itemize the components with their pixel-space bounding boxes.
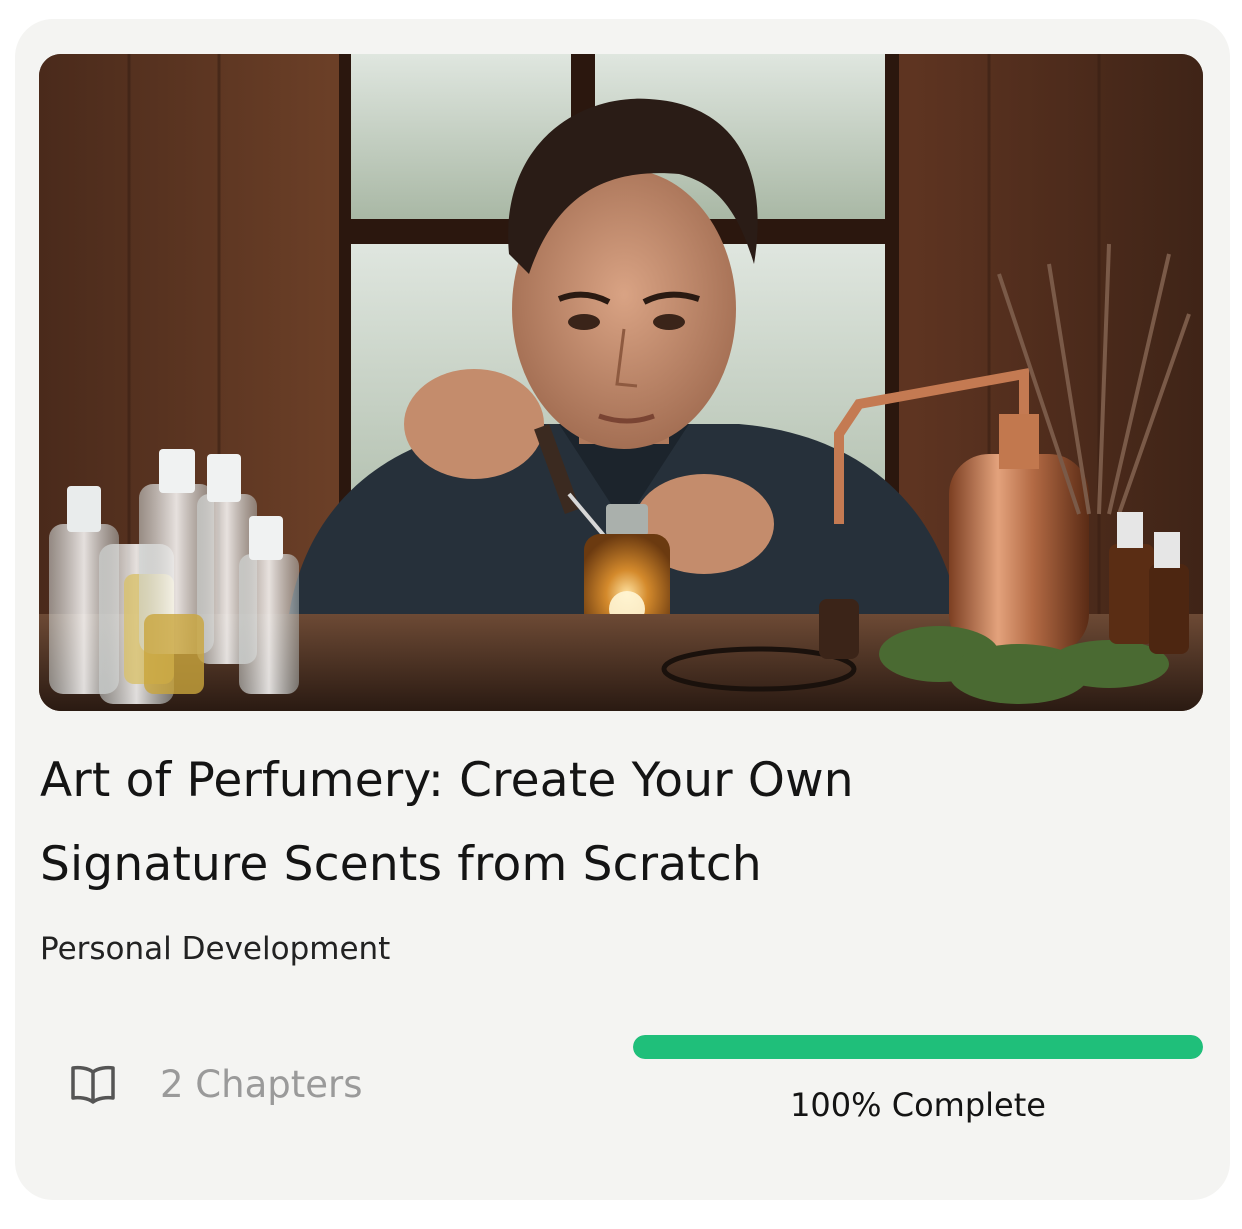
chapters-count: 2 Chapters xyxy=(160,1062,363,1106)
progress-label: 100% Complete xyxy=(790,1086,1046,1124)
course-title-line-1: Art of Perfumery: Create Your Own xyxy=(40,753,854,808)
progress-bar xyxy=(633,1035,1203,1059)
progress-bar-fill xyxy=(633,1035,1203,1059)
course-title-line-2: Signature Scents from Scratch xyxy=(40,837,762,892)
course-category: Personal Development xyxy=(40,931,391,967)
course-title[interactable]: Art of Perfumery: Create Your Own Signat… xyxy=(40,739,1140,907)
perfumer-illustration xyxy=(39,54,1203,711)
book-open-icon xyxy=(71,1065,115,1104)
course-cover-image[interactable] xyxy=(39,54,1203,711)
course-card[interactable]: Art of Perfumery: Create Your Own Signat… xyxy=(15,19,1230,1200)
chapters-link[interactable]: 2 Chapters xyxy=(70,1059,363,1109)
progress-section: 100% Complete xyxy=(633,1035,1203,1124)
